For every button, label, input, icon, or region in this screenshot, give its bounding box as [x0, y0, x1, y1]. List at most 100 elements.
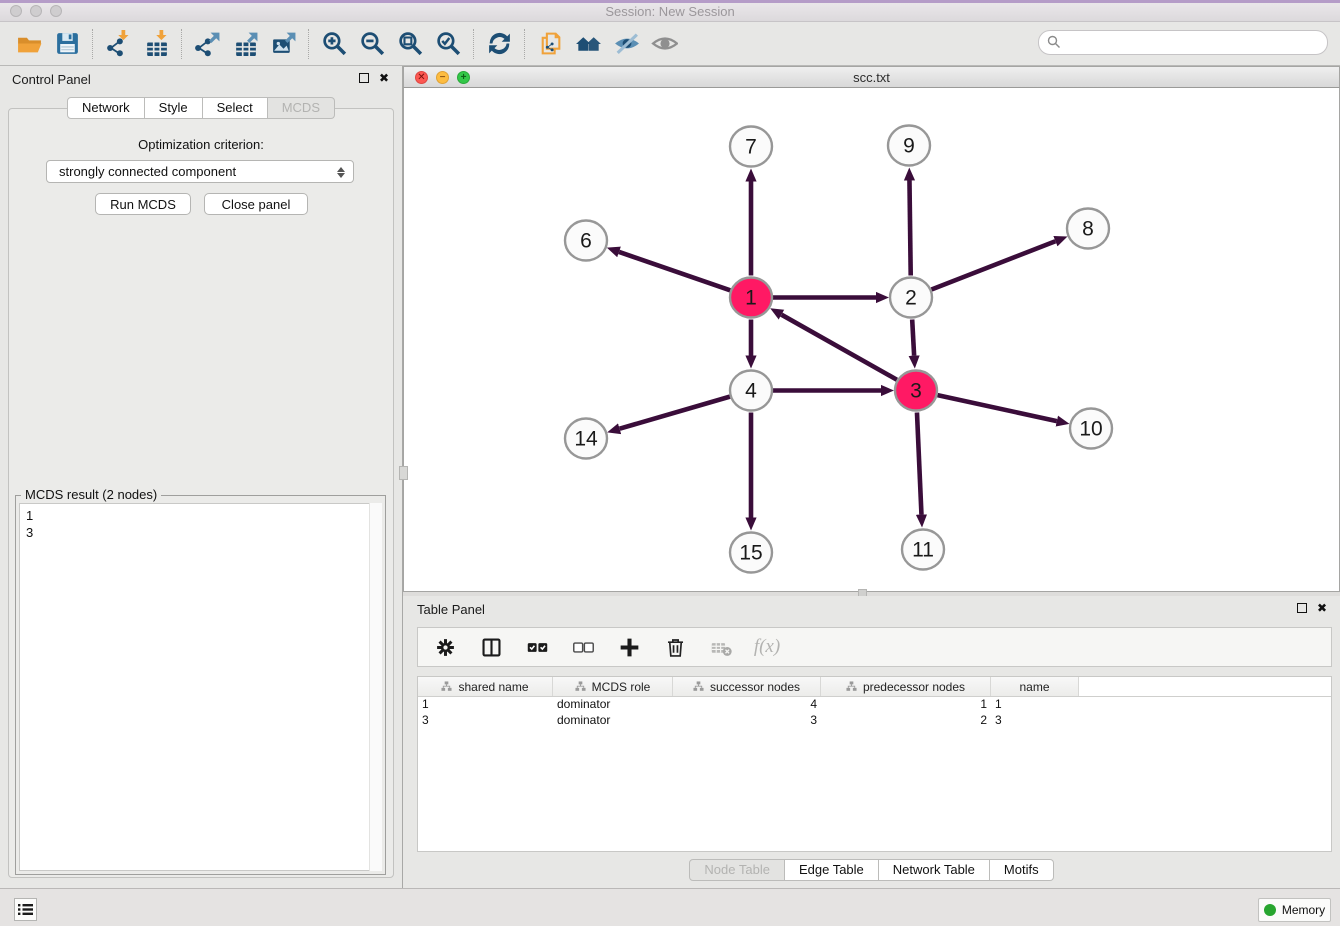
mcds-result-list[interactable]: 13	[19, 503, 382, 871]
table-cell[interactable]: 1	[418, 697, 553, 713]
graph-node-11[interactable]: 11	[902, 530, 944, 570]
graph-node-8[interactable]: 8	[1067, 209, 1109, 249]
tab-network[interactable]: Network	[67, 97, 145, 119]
edge-3-1[interactable]	[781, 315, 896, 380]
search-input[interactable]	[1038, 30, 1328, 55]
float-panel-icon[interactable]	[359, 73, 369, 83]
add-column-icon	[618, 636, 641, 659]
table-cell[interactable]: 1	[991, 697, 1079, 713]
close-table-panel-icon[interactable]: ✖	[1317, 602, 1330, 615]
table-cell[interactable]: 3	[673, 713, 821, 729]
column-header-shared-name[interactable]: shared name	[418, 677, 553, 696]
zoom-fit-icon	[397, 30, 424, 57]
column-header-MCDS-role[interactable]: MCDS role	[553, 677, 673, 696]
graph-node-4[interactable]: 4	[730, 371, 772, 411]
hide-selected-icon	[613, 30, 640, 57]
edge-2-8[interactable]	[931, 241, 1055, 289]
tab-select[interactable]: Select	[203, 97, 268, 119]
column-header-label: predecessor nodes	[863, 680, 965, 694]
save-session-button[interactable]	[48, 27, 86, 61]
graph-node-3[interactable]: 3	[895, 371, 937, 411]
memory-status-icon	[1264, 904, 1276, 916]
tab-node-table[interactable]: Node Table	[689, 859, 785, 881]
node-label: 14	[574, 428, 598, 451]
network-canvas[interactable]: 7 9 6 8 1 2 4 3 14 10 15 11	[403, 88, 1340, 592]
graph-node-2[interactable]: 2	[890, 278, 932, 318]
open-session-button[interactable]	[10, 27, 48, 61]
select-all-button[interactable]	[524, 633, 550, 661]
memory-button[interactable]: Memory	[1258, 898, 1331, 922]
zoom-in-button[interactable]	[315, 27, 353, 61]
import-network-button[interactable]	[99, 27, 137, 61]
float-table-panel-icon[interactable]	[1297, 603, 1307, 613]
table-cell[interactable]: dominator	[553, 713, 673, 729]
criterion-dropdown[interactable]: strongly connected component	[46, 160, 354, 183]
export-network-button[interactable]	[188, 27, 226, 61]
mcds-result-item[interactable]: 1	[26, 507, 375, 524]
main-toolbar	[0, 22, 1340, 66]
control-panel-header: Control Panel ✖	[0, 66, 402, 92]
settings-gear-button[interactable]	[432, 633, 458, 661]
table-cell[interactable]: 1	[821, 697, 991, 713]
export-table-button[interactable]	[226, 27, 264, 61]
node-label: 8	[1082, 218, 1094, 241]
table-row[interactable]: 3dominator323	[418, 713, 1331, 729]
show-all-button[interactable]	[645, 27, 683, 61]
zoom-out-button[interactable]	[353, 27, 391, 61]
table-cell[interactable]: 3	[991, 713, 1079, 729]
zoom-selected-button[interactable]	[429, 27, 467, 61]
import-table-button[interactable]	[137, 27, 175, 61]
run-mcds-button[interactable]: Run MCDS	[95, 193, 191, 215]
add-column-button[interactable]	[616, 633, 642, 661]
node-label: 7	[745, 136, 757, 159]
hide-selected-button[interactable]	[607, 27, 645, 61]
graph-node-6[interactable]: 6	[565, 221, 607, 261]
column-header-name[interactable]: name	[991, 677, 1079, 696]
zoom-in-icon	[321, 30, 348, 57]
column-header-successor-nodes[interactable]: successor nodes	[673, 677, 821, 696]
table-cell[interactable]: 3	[418, 713, 553, 729]
graph-node-10[interactable]: 10	[1070, 409, 1112, 449]
delete-column-button[interactable]	[662, 633, 688, 661]
edge-2-9[interactable]	[909, 180, 910, 275]
vertical-splitter-grip[interactable]	[399, 466, 408, 480]
close-panel-button[interactable]: Close panel	[204, 193, 308, 215]
tab-style[interactable]: Style	[145, 97, 203, 119]
toolbar-separator	[308, 29, 309, 59]
table-row[interactable]: 1dominator411	[418, 697, 1331, 713]
deselect-all-icon	[572, 636, 595, 659]
graph-node-14[interactable]: 14	[565, 419, 607, 459]
close-panel-icon[interactable]: ✖	[379, 72, 392, 85]
graph-node-1[interactable]: 1	[730, 278, 772, 318]
first-neighbors-button[interactable]	[569, 27, 607, 61]
tab-mcds[interactable]: MCDS	[268, 97, 335, 119]
import-table-icon	[143, 30, 170, 57]
edge-3-10[interactable]	[937, 395, 1056, 421]
edge-3-11[interactable]	[917, 412, 921, 514]
tab-motifs[interactable]: Motifs	[990, 859, 1054, 881]
node-table-header: shared nameMCDS rolesuccessor nodes prede…	[418, 677, 1331, 697]
zoom-fit-button[interactable]	[391, 27, 429, 61]
split-panel-icon	[480, 636, 503, 659]
graph-node-15[interactable]: 15	[730, 533, 772, 573]
mcds-result-item[interactable]: 3	[26, 524, 375, 541]
table-cell[interactable]: dominator	[553, 697, 673, 713]
table-cell[interactable]: 2	[821, 713, 991, 729]
graph-node-7[interactable]: 7	[730, 127, 772, 167]
split-panel-button[interactable]	[478, 633, 504, 661]
tab-network-table[interactable]: Network Table	[879, 859, 990, 881]
edge-2-3[interactable]	[912, 319, 914, 355]
edge-4-14[interactable]	[620, 397, 730, 429]
graph-node-9[interactable]: 9	[888, 126, 930, 166]
edge-1-6[interactable]	[619, 252, 730, 290]
copy-network-button[interactable]	[531, 27, 569, 61]
task-list-button[interactable]	[14, 898, 37, 921]
column-header-predecessor-nodes[interactable]: predecessor nodes	[821, 677, 991, 696]
result-scrollbar[interactable]	[369, 503, 382, 871]
toolbar-separator	[524, 29, 525, 59]
deselect-all-button[interactable]	[570, 633, 596, 661]
refresh-network-button[interactable]	[480, 27, 518, 61]
export-image-button[interactable]	[264, 27, 302, 61]
table-cell[interactable]: 4	[673, 697, 821, 713]
tab-edge-table[interactable]: Edge Table	[785, 859, 879, 881]
